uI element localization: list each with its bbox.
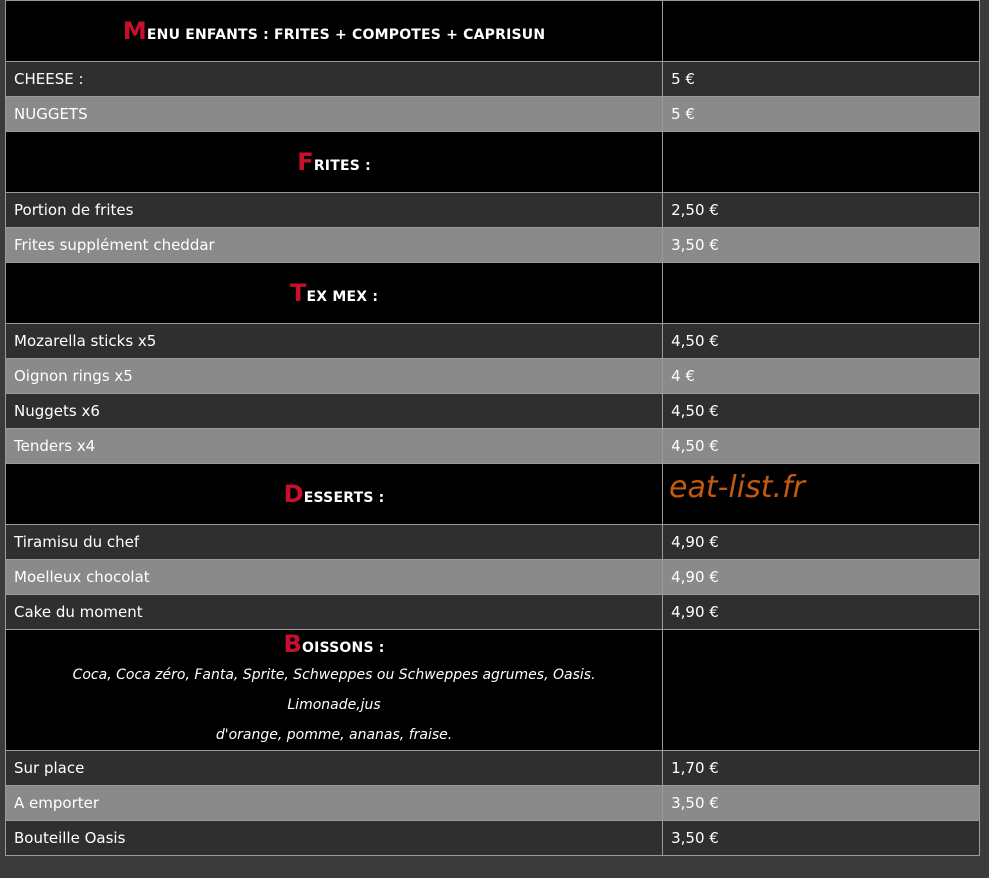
menu-table: MENU ENFANTS : FRITES + COMPOTES + CAPRI…	[4, 0, 980, 856]
item-name: Frites supplément cheddar	[4, 227, 664, 263]
item-name: A emporter	[4, 785, 664, 821]
item-name: Moelleux chocolat	[4, 559, 664, 595]
table-row: Tiramisu du chef 4,90 €	[4, 524, 980, 560]
item-name: Sur place	[4, 750, 664, 786]
table-row: NUGGETS 5 €	[4, 96, 980, 132]
drinks-description: Coca, Coca zéro, Fanta, Sprite, Schweppe…	[72, 667, 596, 743]
section-header-enfants: MENU ENFANTS : FRITES + COMPOTES + CAPRI…	[4, 0, 980, 62]
table-row: Sur place 1,70 €	[4, 750, 980, 786]
table-row: CHEESE : 5 €	[4, 61, 980, 97]
item-price: 3,50 €	[662, 785, 980, 821]
item-name: CHEESE :	[4, 61, 664, 97]
table-row: Mozarella sticks x5 4,50 €	[4, 323, 980, 359]
item-name: Oignon rings x5	[4, 358, 664, 394]
item-name: Tiramisu du chef	[4, 524, 664, 560]
item-price: 4,90 €	[662, 559, 980, 595]
table-row: Cake du moment 4,90 €	[4, 594, 980, 630]
section-title: TEX MEX :	[289, 279, 379, 307]
item-price: 1,70 €	[662, 750, 980, 786]
item-price: 5 €	[662, 96, 980, 132]
section-title: DESSERTS :	[283, 480, 385, 508]
item-name: Portion de frites	[4, 192, 664, 228]
item-price: 4 €	[662, 358, 980, 394]
table-row: A emporter 3,50 €	[4, 785, 980, 821]
item-name: Nuggets x6	[4, 393, 664, 429]
section-header-frites: FRITES :	[4, 131, 980, 193]
item-price: 4,90 €	[662, 524, 980, 560]
section-title: FRITES :	[297, 148, 371, 176]
item-price: 4,50 €	[662, 323, 980, 359]
item-price: 3,50 €	[662, 227, 980, 263]
section-header-texmex: TEX MEX :	[4, 262, 980, 324]
item-name: Mozarella sticks x5	[4, 323, 664, 359]
section-title: BOISSONS :	[283, 630, 385, 658]
item-price: 4,90 €	[662, 594, 980, 630]
section-title: MENU ENFANTS : FRITES + COMPOTES + CAPRI…	[122, 17, 546, 45]
section-header-desserts: DESSERTS :	[4, 463, 980, 525]
item-name: Cake du moment	[4, 594, 664, 630]
table-row: Frites supplément cheddar 3,50 €	[4, 227, 980, 263]
table-row: Oignon rings x5 4 €	[4, 358, 980, 394]
table-row: Bouteille Oasis 3,50 €	[4, 820, 980, 856]
table-row: Portion de frites 2,50 €	[4, 192, 980, 228]
item-name: NUGGETS	[4, 96, 664, 132]
table-row: Nuggets x6 4,50 €	[4, 393, 980, 429]
section-header-boissons: BOISSONS : Coca, Coca zéro, Fanta, Sprit…	[4, 629, 980, 751]
item-name: Tenders x4	[4, 428, 664, 464]
item-price: 5 €	[662, 61, 980, 97]
item-name: Bouteille Oasis	[4, 820, 664, 856]
item-price: 4,50 €	[662, 428, 980, 464]
item-price: 4,50 €	[662, 393, 980, 429]
item-price: 3,50 €	[662, 820, 980, 856]
item-price: 2,50 €	[662, 192, 980, 228]
table-row: Tenders x4 4,50 €	[4, 428, 980, 464]
table-row: Moelleux chocolat 4,90 €	[4, 559, 980, 595]
watermark-text: eat-list.fr	[669, 470, 805, 505]
